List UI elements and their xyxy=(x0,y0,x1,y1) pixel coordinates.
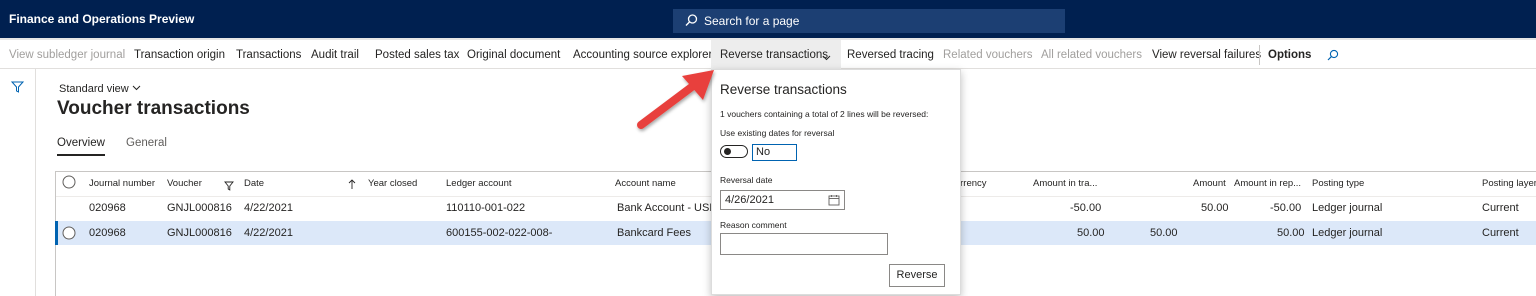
row1-date: 4/22/2021 xyxy=(244,202,293,214)
related-vouchers-button[interactable]: Related vouchers xyxy=(943,49,1033,61)
header-posting-layer[interactable]: Posting layer xyxy=(1482,178,1536,189)
row1-journal: 020968 xyxy=(89,202,126,214)
reversal-date-input[interactable]: 4/26/2021 xyxy=(720,190,845,210)
use-existing-dates-value: No xyxy=(752,144,797,161)
reason-comment-label: Reason comment xyxy=(720,220,787,230)
row2-ledger[interactable]: 600155-002-022-008- xyxy=(446,227,552,239)
dialog-title: Reverse transactions xyxy=(720,82,847,97)
row1-posting-type: Ledger journal xyxy=(1312,202,1383,214)
posted-sales-tax-button[interactable]: Posted sales tax xyxy=(375,49,459,61)
select-all-radio[interactable] xyxy=(62,175,76,194)
row2-amount-rep: 50.00 xyxy=(1277,227,1305,239)
view-selector-label: Standard view xyxy=(59,83,129,95)
row2-account-name: Bankcard Fees xyxy=(617,227,691,239)
view-subledger-journal-button[interactable]: View subledger journal xyxy=(9,49,125,61)
header-account-name[interactable]: Account name xyxy=(615,178,676,189)
reverse-transactions-menu[interactable]: Reverse transactions xyxy=(711,40,841,69)
column-filter-icon[interactable] xyxy=(224,178,234,196)
action-pane: View subledger journal Transaction origi… xyxy=(0,40,1536,69)
calendar-icon[interactable] xyxy=(828,194,840,209)
row1-amount-rep: -50.00 xyxy=(1270,202,1302,214)
row1-amount-tra: -50.00 xyxy=(1070,202,1102,214)
sort-ascending-icon[interactable] xyxy=(348,177,356,195)
toggle-knob xyxy=(724,148,731,155)
search-icon xyxy=(685,14,698,32)
header-ledger-account[interactable]: Ledger account xyxy=(446,178,512,189)
app-title: Finance and Operations Preview xyxy=(9,12,195,26)
row-select-radio[interactable] xyxy=(62,226,76,245)
use-existing-dates-label: Use existing dates for reversal xyxy=(720,128,835,138)
tab-general[interactable]: General xyxy=(126,137,167,149)
header-posting-type[interactable]: Posting type xyxy=(1312,178,1364,189)
header-amount-in-reporting[interactable]: Amount in rep... xyxy=(1234,178,1301,189)
reversal-date-label: Reversal date xyxy=(720,175,773,185)
search-placeholder: Search for a page xyxy=(704,14,800,28)
page-title: Voucher transactions xyxy=(57,98,250,119)
header-amount[interactable]: Amount xyxy=(1193,178,1226,189)
row1-ledger[interactable]: 110110-001-022 xyxy=(446,202,525,214)
chevron-down-icon xyxy=(132,83,141,95)
original-document-button[interactable]: Original document xyxy=(467,49,560,61)
all-related-vouchers-button[interactable]: All related vouchers xyxy=(1041,49,1142,61)
row2-posting-layer: Current xyxy=(1482,227,1519,239)
filter-icon[interactable] xyxy=(10,80,25,98)
action-search-icon[interactable] xyxy=(1327,48,1339,66)
header-journal-number[interactable]: Journal number xyxy=(89,178,155,189)
row1-amount: 50.00 xyxy=(1201,202,1229,214)
row1-voucher[interactable]: GNJL000816 xyxy=(167,202,232,214)
tab-overview[interactable]: Overview xyxy=(57,137,105,156)
top-bar: Finance and Operations Preview Search fo… xyxy=(0,0,1536,40)
row2-journal: 020968 xyxy=(89,227,126,239)
transaction-origin-button[interactable]: Transaction origin xyxy=(134,49,225,61)
row2-amount-tra: 50.00 xyxy=(1077,227,1105,239)
view-selector[interactable]: Standard view xyxy=(59,83,141,95)
reversed-tracing-button[interactable]: Reversed tracing xyxy=(847,49,934,61)
row2-voucher[interactable]: GNJL000816 xyxy=(167,227,232,239)
search-box[interactable]: Search for a page xyxy=(673,9,1065,33)
row1-account-name: Bank Account - USD xyxy=(617,202,718,214)
use-existing-dates-toggle[interactable] xyxy=(720,145,748,158)
dialog-description: 1 vouchers containing a total of 2 lines… xyxy=(720,109,929,119)
header-year-closed[interactable]: Year closed xyxy=(368,178,417,189)
row2-amount-debit: 50.00 xyxy=(1150,227,1178,239)
audit-trail-button[interactable]: Audit trail xyxy=(311,49,359,61)
reverse-transactions-dialog: Reverse transactions 1 vouchers containi… xyxy=(711,69,961,295)
reverse-button[interactable]: Reverse xyxy=(889,264,945,287)
transactions-button[interactable]: Transactions xyxy=(236,49,301,61)
reverse-transactions-label: Reverse transactions xyxy=(720,49,829,61)
header-amount-in-transaction[interactable]: Amount in tra... xyxy=(1033,178,1097,189)
reason-comment-input[interactable] xyxy=(720,233,888,255)
row2-date: 4/22/2021 xyxy=(244,227,293,239)
header-voucher[interactable]: Voucher xyxy=(167,178,202,189)
header-date[interactable]: Date xyxy=(244,178,264,189)
action-separator xyxy=(1259,45,1260,65)
view-reversal-failures-button[interactable]: View reversal failures xyxy=(1152,49,1261,61)
chevron-down-icon xyxy=(822,49,831,67)
reversal-date-value: 4/26/2021 xyxy=(725,194,774,206)
row2-posting-type: Ledger journal xyxy=(1312,227,1383,239)
accounting-source-explorer-button[interactable]: Accounting source explorer xyxy=(573,49,712,61)
left-rail xyxy=(0,69,36,296)
options-tab[interactable]: Options xyxy=(1268,49,1311,61)
row1-posting-layer: Current xyxy=(1482,202,1519,214)
